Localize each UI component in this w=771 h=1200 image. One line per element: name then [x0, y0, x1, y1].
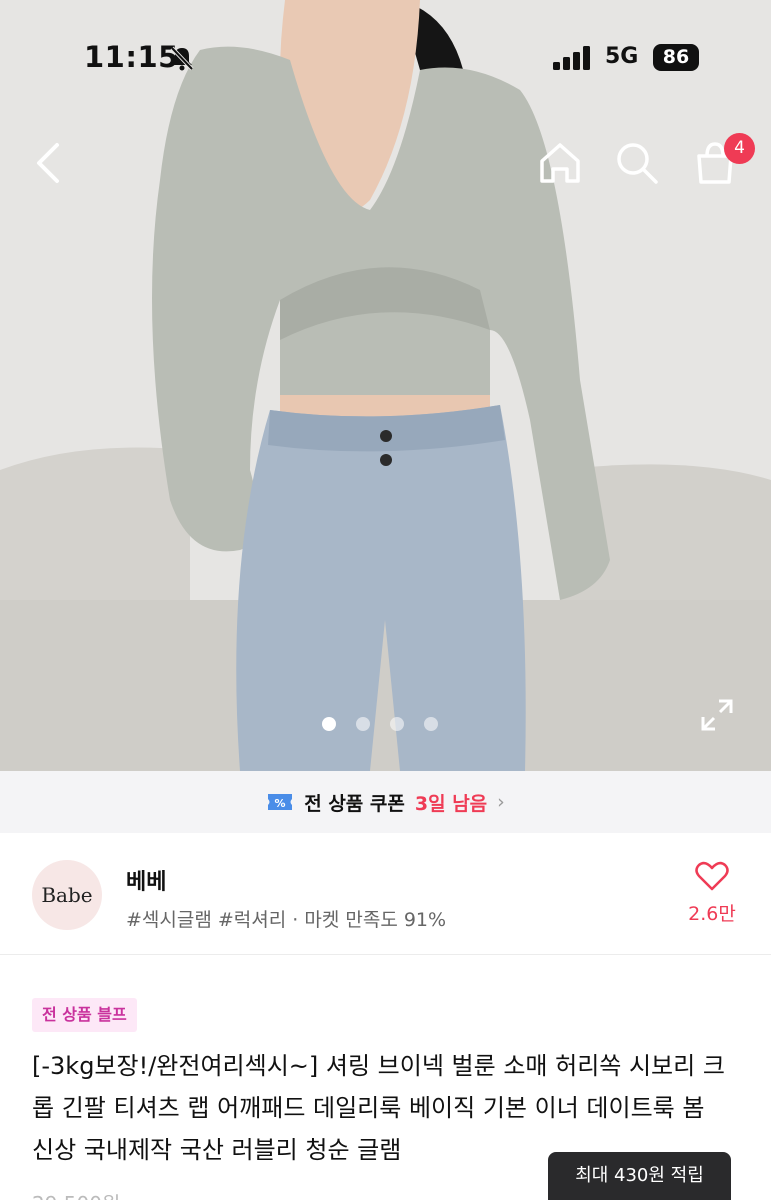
signal-icon	[553, 46, 590, 70]
pagination-dot[interactable]	[356, 717, 370, 731]
home-button[interactable]	[534, 137, 586, 189]
pagination-dot[interactable]	[424, 717, 438, 731]
shop-name[interactable]: 베베	[126, 864, 166, 896]
like-button[interactable]: 2.6만	[684, 861, 740, 926]
product-price: 29,500원	[32, 1188, 120, 1200]
chevron-right-icon: ›	[497, 791, 505, 813]
back-button[interactable]	[22, 137, 74, 189]
gallery-pagination	[322, 717, 438, 731]
bell-off-icon	[170, 46, 194, 71]
search-icon	[617, 143, 658, 184]
heart-icon	[695, 861, 729, 891]
battery-level: 86	[653, 44, 699, 71]
coupon-label: 전 상품 쿠폰	[304, 792, 405, 815]
shop-logo[interactable]: Babe	[32, 860, 102, 930]
like-count: 2.6만	[688, 903, 736, 925]
pagination-dot[interactable]	[390, 717, 404, 731]
status-bar: 11:15 5G 86	[0, 0, 771, 110]
coupon-icon: %	[268, 794, 293, 810]
shop-info[interactable]: Babe 베베 #섹시글램 #럭셔리 · 마켓 만족도 91% 2.6만	[0, 833, 771, 955]
expand-icon[interactable]	[699, 697, 735, 733]
network-type: 5G	[605, 44, 639, 69]
reward-tooltip: 최대 430원 적립	[548, 1152, 731, 1200]
back-icon	[37, 143, 59, 183]
status-time: 11:15	[84, 40, 179, 74]
shop-tags: #섹시글램 #럭셔리 · 마켓 만족도 91%	[126, 909, 447, 931]
promo-tag: 전 상품 블프	[32, 998, 137, 1032]
cart-count-badge: 4	[724, 133, 755, 164]
coupon-days-left: 3일 남음	[414, 792, 488, 815]
coupon-banner[interactable]: % 전 상품 쿠폰 3일 남음 ›	[0, 771, 771, 833]
pagination-dot[interactable]	[322, 717, 336, 731]
product-photo	[0, 0, 771, 771]
svg-text:%: %	[275, 797, 286, 810]
home-icon	[540, 143, 580, 183]
search-button[interactable]	[611, 137, 663, 189]
product-image-gallery[interactable]: 11:15 5G 86 4	[0, 0, 771, 771]
